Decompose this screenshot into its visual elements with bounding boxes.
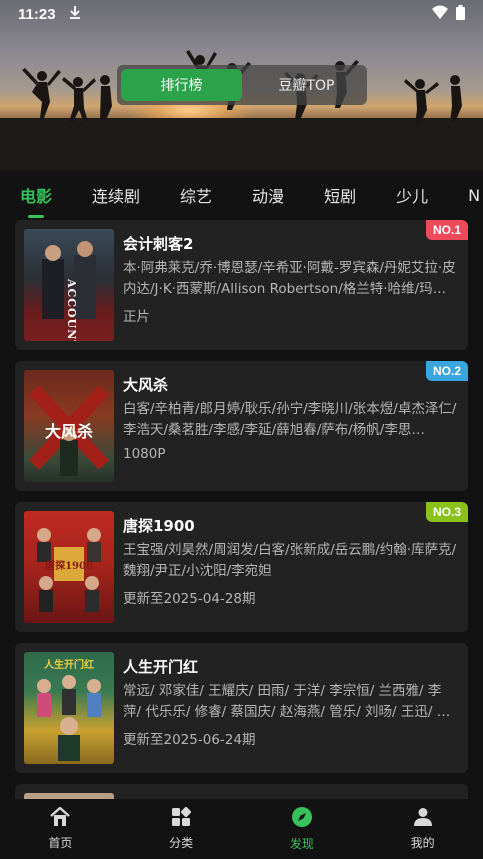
tab-more[interactable]: N [468,186,480,205]
nav-home[interactable]: 首页 [0,799,121,859]
item-status: 更新至2025-04-28期 [123,591,256,607]
status-bar: 11:23 [0,0,483,28]
poster-title: 唐探1900 [45,561,93,572]
item-status: 更新至2025-06-24期 [123,732,256,748]
home-icon [49,806,71,830]
rank-badge: NO.2 [425,361,468,381]
item-title: 人生开门红 [123,658,199,676]
download-icon [68,5,82,23]
category-tabs: 电影 连续剧 综艺 动漫 短剧 少儿 N [0,172,483,218]
segment-douban-top[interactable]: 豆瓣TOP [246,65,367,105]
nav-profile[interactable]: 我的 [362,799,483,859]
bottom-navigation: 首页 分类 发现 我的 [0,799,483,859]
battery-icon [456,4,465,24]
item-cast: 白客/辛柏青/郎月婷/耿乐/孙宁/李晓川/张本煜/卓杰泽仁/李浩天/桑茗胜/李感… [123,401,457,438]
rank-badge: NO.1 [425,220,468,240]
ranking-list: ACCOUNTANT 会计刺客2 本·阿弗莱克/乔·博恩瑟/辛希亚·阿戴-罗宾森… [15,220,468,825]
nav-category[interactable]: 分类 [121,799,242,859]
poster-title: 人生开门红 [44,660,94,671]
nav-home-label: 首页 [48,836,73,850]
poster-title: ACCOUNTANT [65,279,78,341]
status-time: 11:23 [18,5,56,23]
item-cast: 常远/ 邓家佳/ 王耀庆/ 田雨/ 于洋/ 李宗恒/ 兰西雅/ 李萍/ 代乐乐/… [123,683,451,720]
poster-title: 大风杀 [44,422,93,441]
user-icon [413,807,433,830]
jumping-people-image [0,50,483,170]
poster-image: 大风杀 [24,370,114,482]
category-icon [171,806,192,830]
item-status: 1080P [123,446,166,462]
poster-image: 人生开门红 [24,652,114,764]
nav-discover[interactable]: 发现 [242,799,363,859]
item-title: 唐探1900 [123,517,195,535]
list-item[interactable]: 大风杀 大风杀 白客/辛柏青/郎月婷/耿乐/孙宁/李晓川/张本煜/卓杰泽仁/李浩… [15,361,468,491]
list-item[interactable]: 人生开门红 人生开门红 常远/ 邓家佳/ 王耀庆/ 田雨/ 于洋/ 李宗恒/ 兰… [15,643,468,773]
nav-discover-label: 发现 [289,837,314,851]
tab-kids[interactable]: 少儿 [396,183,428,207]
compass-icon [291,806,313,831]
rank-badge: NO.3 [425,502,468,522]
item-status: 正片 [123,309,150,325]
tab-movie[interactable]: 电影 [20,183,52,218]
tab-short-drama[interactable]: 短剧 [324,183,356,207]
segment-ranking[interactable]: 排行榜 [121,69,242,101]
tab-anime[interactable]: 动漫 [252,183,284,207]
list-item[interactable]: ACCOUNTANT 会计刺客2 本·阿弗莱克/乔·博恩瑟/辛希亚·阿戴-罗宾森… [15,220,468,350]
nav-profile-label: 我的 [410,836,435,850]
poster-image: 唐探1900 [24,511,114,623]
poster-image: ACCOUNTANT [24,229,114,341]
tab-variety[interactable]: 综艺 [180,183,212,207]
wifi-icon [432,5,448,23]
item-title: 会计刺客2 [123,235,194,253]
nav-category-label: 分类 [169,836,194,850]
item-title: 大风杀 [123,376,169,394]
item-cast: 本·阿弗莱克/乔·博恩瑟/辛希亚·阿戴-罗宾森/丹妮艾拉·皮内达/J·K·西蒙斯… [123,260,456,297]
tab-series[interactable]: 连续剧 [92,183,140,207]
ranking-segmented-control: 排行榜 豆瓣TOP [117,65,367,105]
item-cast: 王宝强/刘昊然/周润发/白客/张新成/岳云鹏/约翰·库萨克/魏翔/尹正/小沈阳/… [123,542,457,579]
list-item[interactable]: 唐探1900 唐探1900 王宝强/刘昊然/周润发/白客/张新成/岳云鹏/约翰·… [15,502,468,632]
